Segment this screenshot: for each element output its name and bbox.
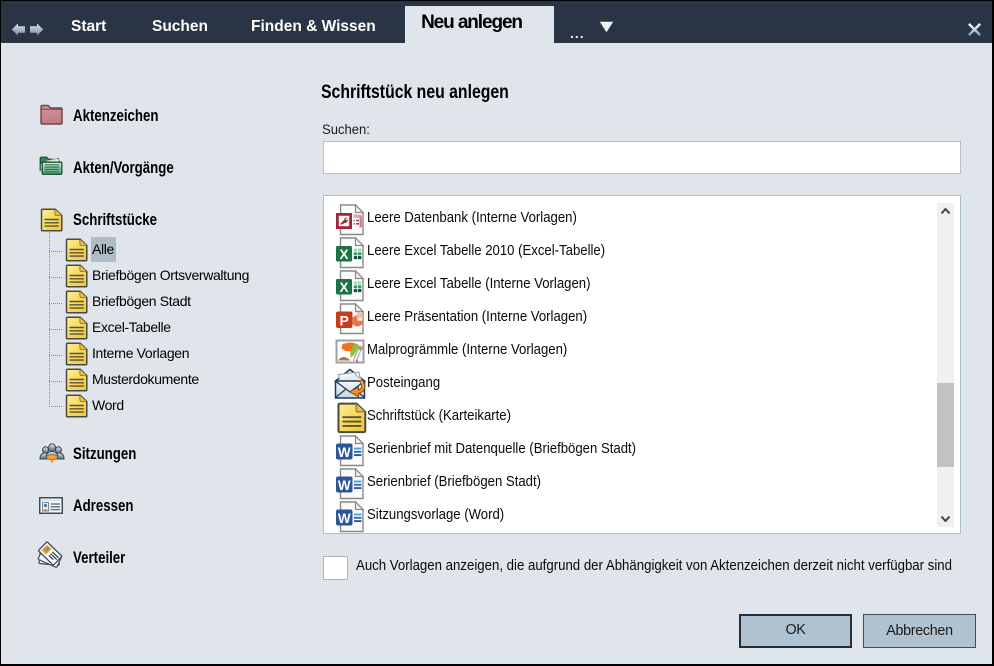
svg-text:W: W <box>338 478 351 493</box>
svg-text:W: W <box>338 445 351 460</box>
svg-text:P: P <box>340 312 349 328</box>
svg-text:X: X <box>339 280 348 295</box>
svg-text:X: X <box>339 247 348 262</box>
svg-text:W: W <box>338 511 351 526</box>
